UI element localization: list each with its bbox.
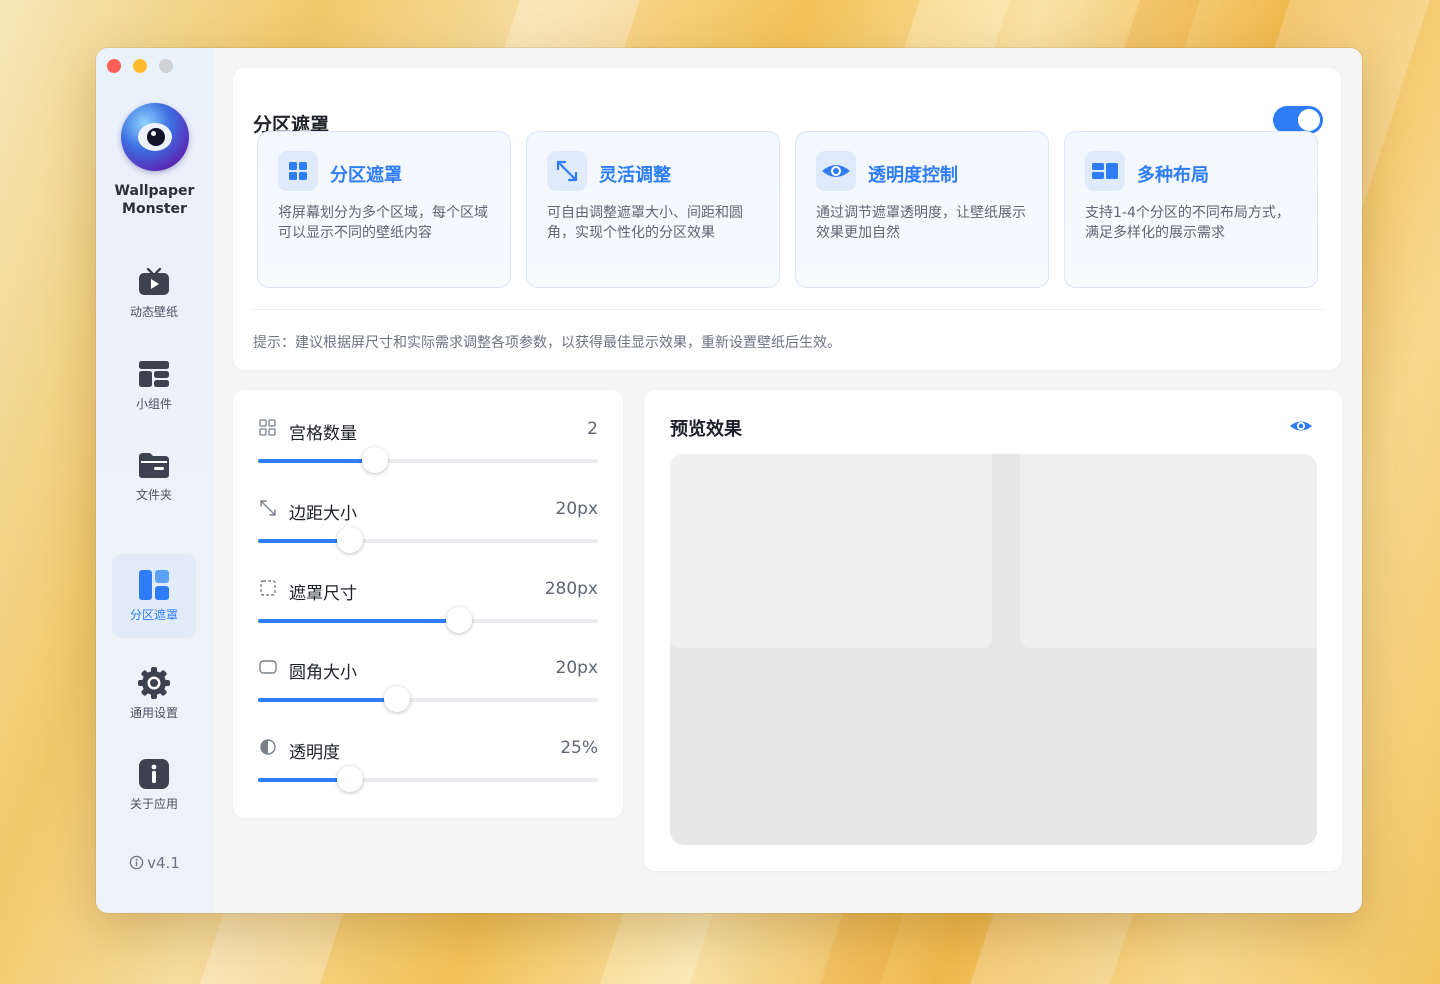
opacity-slider[interactable] xyxy=(258,766,598,792)
corner-radius-slider[interactable] xyxy=(258,686,598,712)
sidebar-item-live-wallpaper[interactable]: 动态壁纸 xyxy=(112,251,196,335)
resize-icon xyxy=(547,151,587,191)
control-value: 280px xyxy=(544,579,598,599)
feature-title: 多种布局 xyxy=(1137,165,1209,186)
feature-title: 透明度控制 xyxy=(868,165,958,186)
grid-icon xyxy=(278,151,318,191)
margin-slider[interactable] xyxy=(258,527,598,553)
control-grid-count: 宫格数量 2 xyxy=(258,418,598,478)
preview-area xyxy=(670,454,1317,845)
app-name: Wallpaper Monster xyxy=(114,183,195,217)
grid-count-slider[interactable] xyxy=(258,447,598,473)
dashed-square-icon xyxy=(260,580,276,596)
slider-thumb[interactable] xyxy=(445,607,472,633)
feature-title: 灵活调整 xyxy=(599,165,671,186)
feature-overview-card: 分区遮罩 分区遮罩 将屏幕划分为多个区域，每个区域可以显示不同的壁纸内容 灵活调… xyxy=(233,68,1341,370)
feature-desc: 支持1-4个分区的不同布局方式，满足多样化的展示需求 xyxy=(1085,205,1290,241)
app-window: Wallpaper Monster 动态壁纸 小组件 文件夹 分区遮罩 通用设置… xyxy=(96,48,1362,913)
layout-icon xyxy=(1085,151,1125,191)
mask-size-slider[interactable] xyxy=(258,607,598,633)
sidebar-item-about[interactable]: 关于应用 xyxy=(112,743,196,827)
feature-title: 分区遮罩 xyxy=(330,165,402,186)
controls-card: 宫格数量 2 边距大小 20px 遮罩尺寸 280px 圆角大小 20px 透明… xyxy=(233,390,623,818)
info-icon xyxy=(139,759,169,789)
contrast-icon xyxy=(260,739,276,755)
preview-pane xyxy=(1020,454,1317,648)
sidebar-item-widgets[interactable]: 小组件 xyxy=(112,343,196,427)
control-opacity: 透明度 25% xyxy=(258,737,598,797)
sidebar: Wallpaper Monster 动态壁纸 小组件 文件夹 分区遮罩 通用设置… xyxy=(96,48,213,913)
feature-desc: 通过调节遮罩透明度，让壁纸展示效果更加自然 xyxy=(816,205,1026,241)
feature-desc: 将屏幕划分为多个区域，每个区域可以显示不同的壁纸内容 xyxy=(278,205,488,241)
control-margin-size: 边距大小 20px xyxy=(258,498,598,558)
sidebar-item-settings[interactable]: 通用设置 xyxy=(112,652,196,736)
folder-icon xyxy=(139,453,169,478)
eye-icon xyxy=(816,151,856,191)
feature-card-partition: 分区遮罩 将屏幕划分为多个区域，每个区域可以显示不同的壁纸内容 xyxy=(257,131,511,288)
widget-icon xyxy=(139,361,169,387)
control-value: 20px xyxy=(555,499,598,519)
sidebar-item-partition-mask[interactable]: 分区遮罩 xyxy=(112,554,196,638)
feature-card-opacity: 透明度控制 通过调节遮罩透明度，让壁纸展示效果更加自然 xyxy=(795,131,1049,288)
gear-icon xyxy=(138,667,170,699)
slider-thumb[interactable] xyxy=(384,686,411,712)
slider-thumb[interactable] xyxy=(362,447,389,473)
control-corner-radius: 圆角大小 20px xyxy=(258,657,598,717)
resize-arrows-icon xyxy=(260,500,276,516)
zoom-window-button[interactable] xyxy=(159,59,173,73)
tip-text: 提示：建议根据屏尺寸和实际需求调整各项参数，以获得最佳显示效果，重新设置壁纸后生… xyxy=(253,335,841,351)
control-value: 2 xyxy=(587,419,598,439)
feature-card-layouts: 多种布局 支持1-4个分区的不同布局方式，满足多样化的展示需求 xyxy=(1064,131,1318,288)
eye-icon[interactable] xyxy=(1288,417,1314,435)
slider-thumb[interactable] xyxy=(336,527,363,553)
feature-desc: 可自由调整遮罩大小、间距和圆角，实现个性化的分区效果 xyxy=(547,205,743,241)
version-label: v4.1 xyxy=(96,854,213,872)
preview-pane xyxy=(670,454,992,648)
slider-thumb[interactable] xyxy=(336,766,363,792)
control-value: 25% xyxy=(560,738,598,758)
minimize-window-button[interactable] xyxy=(133,59,147,73)
control-mask-size: 遮罩尺寸 280px xyxy=(258,578,598,638)
control-value: 20px xyxy=(555,658,598,678)
preview-title: 预览效果 xyxy=(670,419,742,440)
tv-play-icon xyxy=(139,267,169,295)
rounded-rect-icon xyxy=(259,660,277,674)
app-logo xyxy=(121,103,189,171)
sidebar-item-folder[interactable]: 文件夹 xyxy=(112,434,196,518)
layout-icon xyxy=(139,570,169,600)
feature-card-flexible: 灵活调整 可自由调整遮罩大小、间距和圆角，实现个性化的分区效果 xyxy=(526,131,780,288)
preview-card: 预览效果 xyxy=(644,390,1342,871)
divider xyxy=(253,309,1323,310)
info-circle-icon xyxy=(129,855,144,870)
partition-mask-toggle[interactable] xyxy=(1273,106,1323,134)
close-window-button[interactable] xyxy=(107,59,121,73)
grid-outline-icon xyxy=(259,419,276,436)
